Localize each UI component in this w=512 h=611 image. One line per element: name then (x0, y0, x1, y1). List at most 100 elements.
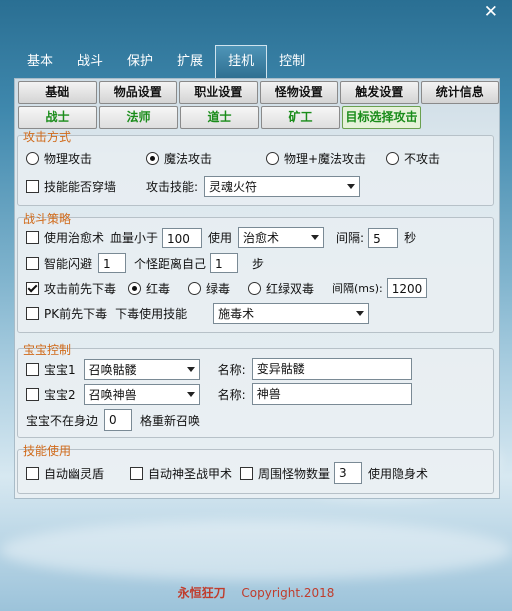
heal-checkbox[interactable]: 使用治愈术 (26, 229, 104, 246)
pet2-name-label: 名称: (217, 387, 246, 402)
radio-physical-label: 物理攻击 (44, 152, 93, 166)
pet1-checkbox-box[interactable] (26, 362, 39, 376)
pk-poison-label: PK前先下毒 (44, 307, 108, 321)
radio-physical-magic[interactable]: 物理+魔法攻击 (266, 150, 386, 167)
subtab-class[interactable]: 职业设置 (179, 81, 258, 104)
pierce-checkbox-box[interactable] (26, 180, 39, 193)
sec-label: 秒 (404, 231, 417, 245)
poison-label: 攻击前先下毒 (44, 281, 117, 296)
pet2-checkbox[interactable]: 宝宝2 (26, 386, 76, 403)
heal-checkbox-box[interactable] (26, 231, 39, 244)
radio-green-poison[interactable]: 绿毒 (188, 280, 248, 297)
main-tab-bar: 基本 战斗 保护 扩展 挂机 控制 (15, 45, 317, 79)
tab-protect[interactable]: 保护 (115, 47, 165, 77)
attack-group-title: 攻击方式 (23, 130, 72, 144)
pet1-name-input[interactable]: 变异骷髅 (251, 358, 412, 380)
pet2-row: 宝宝2 召唤神兽 名称: 神兽 (26, 383, 412, 405)
radio-dual-poison[interactable]: 红绿双毒 (248, 280, 332, 297)
radio-physical-indicator[interactable] (26, 152, 39, 165)
radio-green-poison-indicator[interactable] (188, 281, 202, 295)
step-label: 步 (252, 256, 265, 271)
radio-no-attack[interactable]: 不攻击 (386, 150, 440, 167)
radio-physical[interactable]: 物理攻击 (26, 150, 146, 167)
pk-poison-row: PK前先下毒 下毒使用技能 施毒术 (26, 303, 370, 324)
subtab-basic[interactable]: 基础 (18, 81, 97, 104)
subtab-warrior[interactable]: 战士 (18, 106, 97, 129)
pk-skill-select[interactable]: 施毒术 (213, 303, 370, 324)
poison-checkbox[interactable]: 攻击前先下毒 (26, 280, 116, 297)
dodge-checkbox[interactable]: 智能闪避 (26, 255, 92, 272)
subtab-monster[interactable]: 怪物设置 (259, 81, 338, 104)
use-label: 使用 (208, 231, 233, 245)
ghost-shield-checkbox-box[interactable] (26, 466, 39, 480)
hp-input[interactable]: 100 (162, 227, 203, 248)
radio-magic[interactable]: 魔法攻击 (146, 150, 266, 167)
poison-checkbox-box[interactable] (26, 281, 39, 295)
pk-poison-checkbox-box[interactable] (26, 307, 39, 320)
pet1-checkbox[interactable]: 宝宝1 (26, 361, 76, 378)
radio-magic-label: 魔法攻击 (164, 152, 213, 166)
radio-red-poison[interactable]: 红毒 (128, 280, 188, 297)
hp-below-label: 血量小于 (110, 231, 159, 245)
subtab-row-1: 基础 物品设置 职业设置 怪物设置 触发设置 统计信息 (15, 81, 499, 104)
radio-magic-indicator[interactable] (146, 152, 159, 165)
strategy-group-title: 战斗策略 (23, 212, 72, 226)
pet2-name-input[interactable]: 神兽 (251, 383, 412, 405)
dodge-label: 智能闪避 (44, 256, 93, 271)
subtab-items[interactable]: 物品设置 (98, 81, 177, 104)
attack-skill-label: 攻击技能: (146, 180, 199, 194)
radio-dual-poison-indicator[interactable] (248, 281, 262, 295)
holy-armor-checkbox[interactable]: 自动神圣战甲术 (130, 465, 240, 482)
interval-input[interactable]: 5 (368, 227, 399, 248)
pet1-skill-select[interactable]: 召唤骷髅 (83, 358, 200, 380)
subtab-mage[interactable]: 法师 (99, 106, 178, 129)
pierce-checkbox[interactable]: 技能能否穿墙 (26, 178, 146, 195)
pet2-skill-value: 召唤神兽 (88, 387, 137, 402)
chevron-down-icon (186, 391, 195, 397)
pet2-skill-select[interactable]: 召唤神兽 (83, 383, 200, 405)
dodge-checkbox-box[interactable] (26, 256, 39, 270)
attack-skill-value: 灵魂火符 (209, 180, 258, 194)
dodge-count-input[interactable]: 1 (98, 253, 127, 273)
radio-physical-magic-indicator[interactable] (266, 152, 279, 165)
strategy-group: 战斗策略 使用治愈术 血量小于 100 使用 治愈术 间隔: 5 秒 智能闪避 … (17, 212, 494, 333)
subtab-taoist[interactable]: 道士 (180, 106, 259, 129)
pierce-label: 技能能否穿墙 (44, 180, 117, 194)
radio-green-poison-label: 绿毒 (206, 281, 231, 296)
interval-label: 间隔: (336, 231, 365, 245)
holy-armor-checkbox-box[interactable] (130, 466, 143, 480)
attack-skill-select[interactable]: 灵魂火符 (204, 176, 361, 197)
tab-extend[interactable]: 扩展 (165, 47, 215, 77)
chevron-down-icon (311, 235, 320, 240)
close-icon[interactable]: ✕ (484, 2, 498, 22)
pk-poison-checkbox[interactable]: PK前先下毒 (26, 305, 107, 322)
monster-count-label: 周围怪物数量 (258, 466, 331, 481)
subtab-miner[interactable]: 矿工 (261, 106, 340, 129)
ghost-shield-checkbox[interactable]: 自动幽灵盾 (26, 465, 130, 482)
tab-combat[interactable]: 战斗 (65, 47, 115, 77)
poison-interval-input[interactable]: 1200 (386, 278, 427, 298)
radio-no-attack-label: 不攻击 (404, 152, 441, 166)
tab-afk[interactable]: 挂机 (215, 45, 268, 78)
tab-control[interactable]: 控制 (267, 47, 317, 77)
dodge-mid-label: 个怪距离自己 (134, 256, 207, 271)
subtab-stats[interactable]: 统计信息 (420, 81, 499, 104)
dodge-dist-input[interactable]: 1 (210, 253, 239, 273)
monster-count-checkbox-box[interactable] (240, 466, 253, 480)
tab-basic[interactable]: 基本 (15, 47, 65, 77)
subtab-trigger[interactable]: 触发设置 (340, 81, 419, 104)
chevron-down-icon (186, 366, 195, 372)
pk-skill-value: 施毒术 (218, 307, 255, 321)
subtab-area: 基础 物品设置 职业设置 怪物设置 触发设置 统计信息 战士 法师 道士 矿工 … (15, 79, 499, 129)
pet2-checkbox-box[interactable] (26, 387, 39, 401)
subtab-target[interactable]: 目标选择攻击 (342, 106, 421, 129)
radio-red-poison-indicator[interactable] (128, 281, 142, 295)
pet-absent-input[interactable]: 0 (104, 409, 133, 431)
heal-skill-select[interactable]: 治愈术 (238, 227, 325, 248)
radio-dual-poison-label: 红绿双毒 (266, 281, 315, 296)
poison-row: 攻击前先下毒 红毒 绿毒 红绿双毒 间隔(ms): 1200 (26, 278, 427, 298)
monster-count-input[interactable]: 3 (334, 462, 363, 484)
radio-no-attack-indicator[interactable] (386, 152, 399, 165)
ghost-shield-label: 自动幽灵盾 (44, 466, 105, 481)
monster-count-checkbox[interactable]: 周围怪物数量 (240, 465, 330, 482)
